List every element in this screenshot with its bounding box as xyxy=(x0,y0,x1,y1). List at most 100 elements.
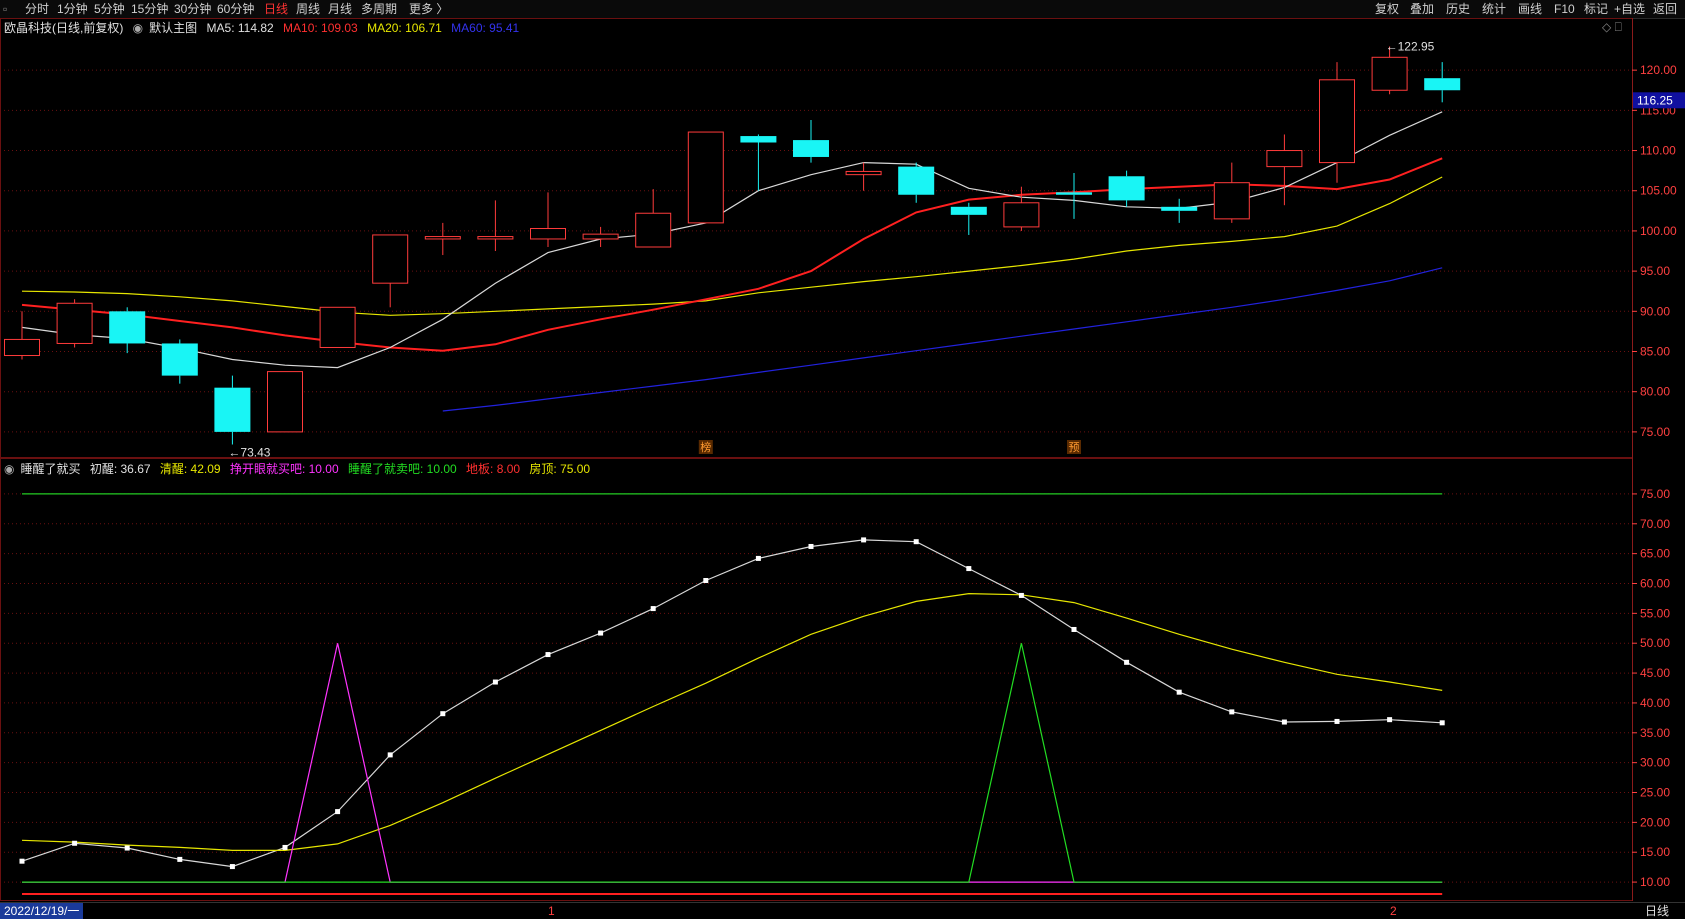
candle-body-up xyxy=(424,236,461,240)
candle-body-up xyxy=(582,233,619,240)
status-bar: 2022/12/19/一 1 2 日线 xyxy=(0,902,1685,919)
candle-body-up xyxy=(267,371,303,433)
window-menu-icon[interactable]: ▫ xyxy=(3,0,7,18)
chuxing-point xyxy=(1387,717,1393,723)
current-price-tag xyxy=(1633,92,1685,109)
ma5-line xyxy=(21,111,1443,369)
period-label[interactable]: 日线 xyxy=(1645,903,1669,919)
sub-axis-label: 45.00 xyxy=(1640,666,1670,680)
chuxing-point xyxy=(1439,720,1445,726)
chuxing-point xyxy=(177,856,183,862)
sub-axis-label: 40.00 xyxy=(1640,696,1670,710)
mark-button[interactable]: 标记 xyxy=(1584,0,1608,18)
indicator-value-floor: 地板: 8.00 xyxy=(466,462,521,476)
sub-axis-label: 60.00 xyxy=(1640,576,1670,590)
main-axis-label: 105.00 xyxy=(1640,184,1677,198)
candle-body-down xyxy=(1108,176,1145,201)
indicator-name[interactable]: 睡醒了就买 xyxy=(20,462,80,476)
chuxing-point xyxy=(1176,689,1182,695)
tab-daily[interactable]: 日线 xyxy=(264,0,288,18)
tab-15min[interactable]: 15分钟 xyxy=(131,0,168,18)
main-axis-label: 75.00 xyxy=(1640,425,1670,439)
candle-body-up xyxy=(477,236,514,240)
low-price-label: ←73.43 xyxy=(228,446,270,460)
candle-body-down xyxy=(1161,206,1198,211)
chuxing-point xyxy=(72,840,78,846)
back-button[interactable]: 返回 xyxy=(1653,0,1677,18)
chuxing-point xyxy=(703,578,709,584)
main-axis-label: 110.00 xyxy=(1640,144,1676,158)
period-toolbar: ▫ 分时 1分钟 5分钟 15分钟 30分钟 60分钟 日线 周线 月线 多周期… xyxy=(0,0,1685,19)
overlay-button[interactable]: 叠加 xyxy=(1410,0,1434,18)
candle-body-up xyxy=(319,306,356,348)
tab-monthly[interactable]: 月线 xyxy=(328,0,352,18)
sub-pane-frame xyxy=(0,458,1633,901)
candle-body-down xyxy=(161,343,198,376)
tab-fenshi[interactable]: 分时 xyxy=(25,0,49,18)
add-watchlist-button[interactable]: +自选 xyxy=(1614,0,1645,18)
candle-body-down xyxy=(950,206,987,215)
tab-60min[interactable]: 60分钟 xyxy=(217,0,254,18)
chuxing-point xyxy=(387,752,393,758)
chuxing-point xyxy=(598,630,604,636)
buy-signal-line xyxy=(22,643,1443,883)
chuxing-point xyxy=(492,679,498,685)
candle-body-up xyxy=(1003,202,1040,228)
f10-button[interactable]: F10 xyxy=(1554,0,1575,18)
tab-multi-period[interactable]: 多周期 xyxy=(361,0,397,18)
indicator-header: ◉ 睡醒了就买 初醒: 36.67 清醒: 42.09 挣开眼就买吧: 10.00… xyxy=(4,460,596,478)
month-marker-2: 2 xyxy=(1390,904,1397,918)
chuxing-point xyxy=(545,652,551,658)
ma10-value: MA10: 109.03 xyxy=(283,21,358,35)
stats-button[interactable]: 统计 xyxy=(1482,0,1506,18)
tab-30min[interactable]: 30分钟 xyxy=(174,0,211,18)
fuquan-button[interactable]: 复权 xyxy=(1375,0,1399,18)
candle-body-down xyxy=(1424,78,1461,91)
candle-body-up xyxy=(372,234,409,284)
chuxing-point xyxy=(966,566,972,572)
chuxing-point xyxy=(1281,719,1287,725)
chuxing-point xyxy=(19,858,25,864)
chuxing-point xyxy=(1124,659,1130,665)
candle-body-down xyxy=(1056,192,1092,195)
current-price-label: 116.25 xyxy=(1637,93,1673,107)
chuxing-point xyxy=(335,809,341,815)
candle-body-up xyxy=(530,228,566,240)
sub-axis-label: 20.00 xyxy=(1640,815,1670,829)
indicator-value-qingxing: 清醒: 42.09 xyxy=(159,462,221,476)
candle-body-down xyxy=(214,387,251,432)
main-axis-label: 115.00 xyxy=(1640,103,1676,117)
sub-axis-label: 65.00 xyxy=(1640,547,1670,561)
candle-body-down xyxy=(109,311,146,344)
tab-more[interactable]: 更多 〉 xyxy=(409,0,448,18)
stock-title[interactable]: 欧晶科技(日线,前复权) xyxy=(4,21,123,35)
sub-axis-label: 15.00 xyxy=(1640,845,1670,859)
sub-axis-label: 50.00 xyxy=(1640,636,1670,650)
qingxing-line xyxy=(21,592,1443,851)
main-template-label[interactable]: 默认主图 xyxy=(149,21,197,35)
tab-5min[interactable]: 5分钟 xyxy=(94,0,125,18)
chart-settings-icons[interactable]: ◇ ⎕ xyxy=(1602,20,1622,35)
draw-line-button[interactable]: 画线 xyxy=(1518,0,1542,18)
template-dropdown-icon[interactable]: ◉ xyxy=(133,21,143,35)
history-button[interactable]: 历史 xyxy=(1446,0,1470,18)
candle-body-up xyxy=(1266,150,1303,168)
tab-1min[interactable]: 1分钟 xyxy=(57,0,88,18)
candle-body-up xyxy=(56,302,93,344)
chuxing-point xyxy=(1018,592,1024,598)
ma10-line xyxy=(21,157,1443,352)
event-marker-label: 榜 xyxy=(700,440,711,454)
main-pane-frame xyxy=(0,18,1633,458)
tab-weekly[interactable]: 周线 xyxy=(296,0,320,18)
candle-body-up xyxy=(4,338,40,357)
sub-axis-label: 30.00 xyxy=(1640,756,1670,770)
chuxing-point xyxy=(1229,709,1235,715)
candle-body-down xyxy=(793,140,829,157)
ma20-value: MA20: 106.71 xyxy=(367,21,442,35)
indicator-dropdown-icon[interactable]: ◉ xyxy=(4,462,14,476)
candle-body-down xyxy=(740,136,777,143)
chuxing-point xyxy=(755,555,761,561)
sub-axis-label: 10.00 xyxy=(1640,875,1670,889)
main-axis-label: 85.00 xyxy=(1640,345,1670,359)
chuxing-point xyxy=(1334,718,1340,724)
